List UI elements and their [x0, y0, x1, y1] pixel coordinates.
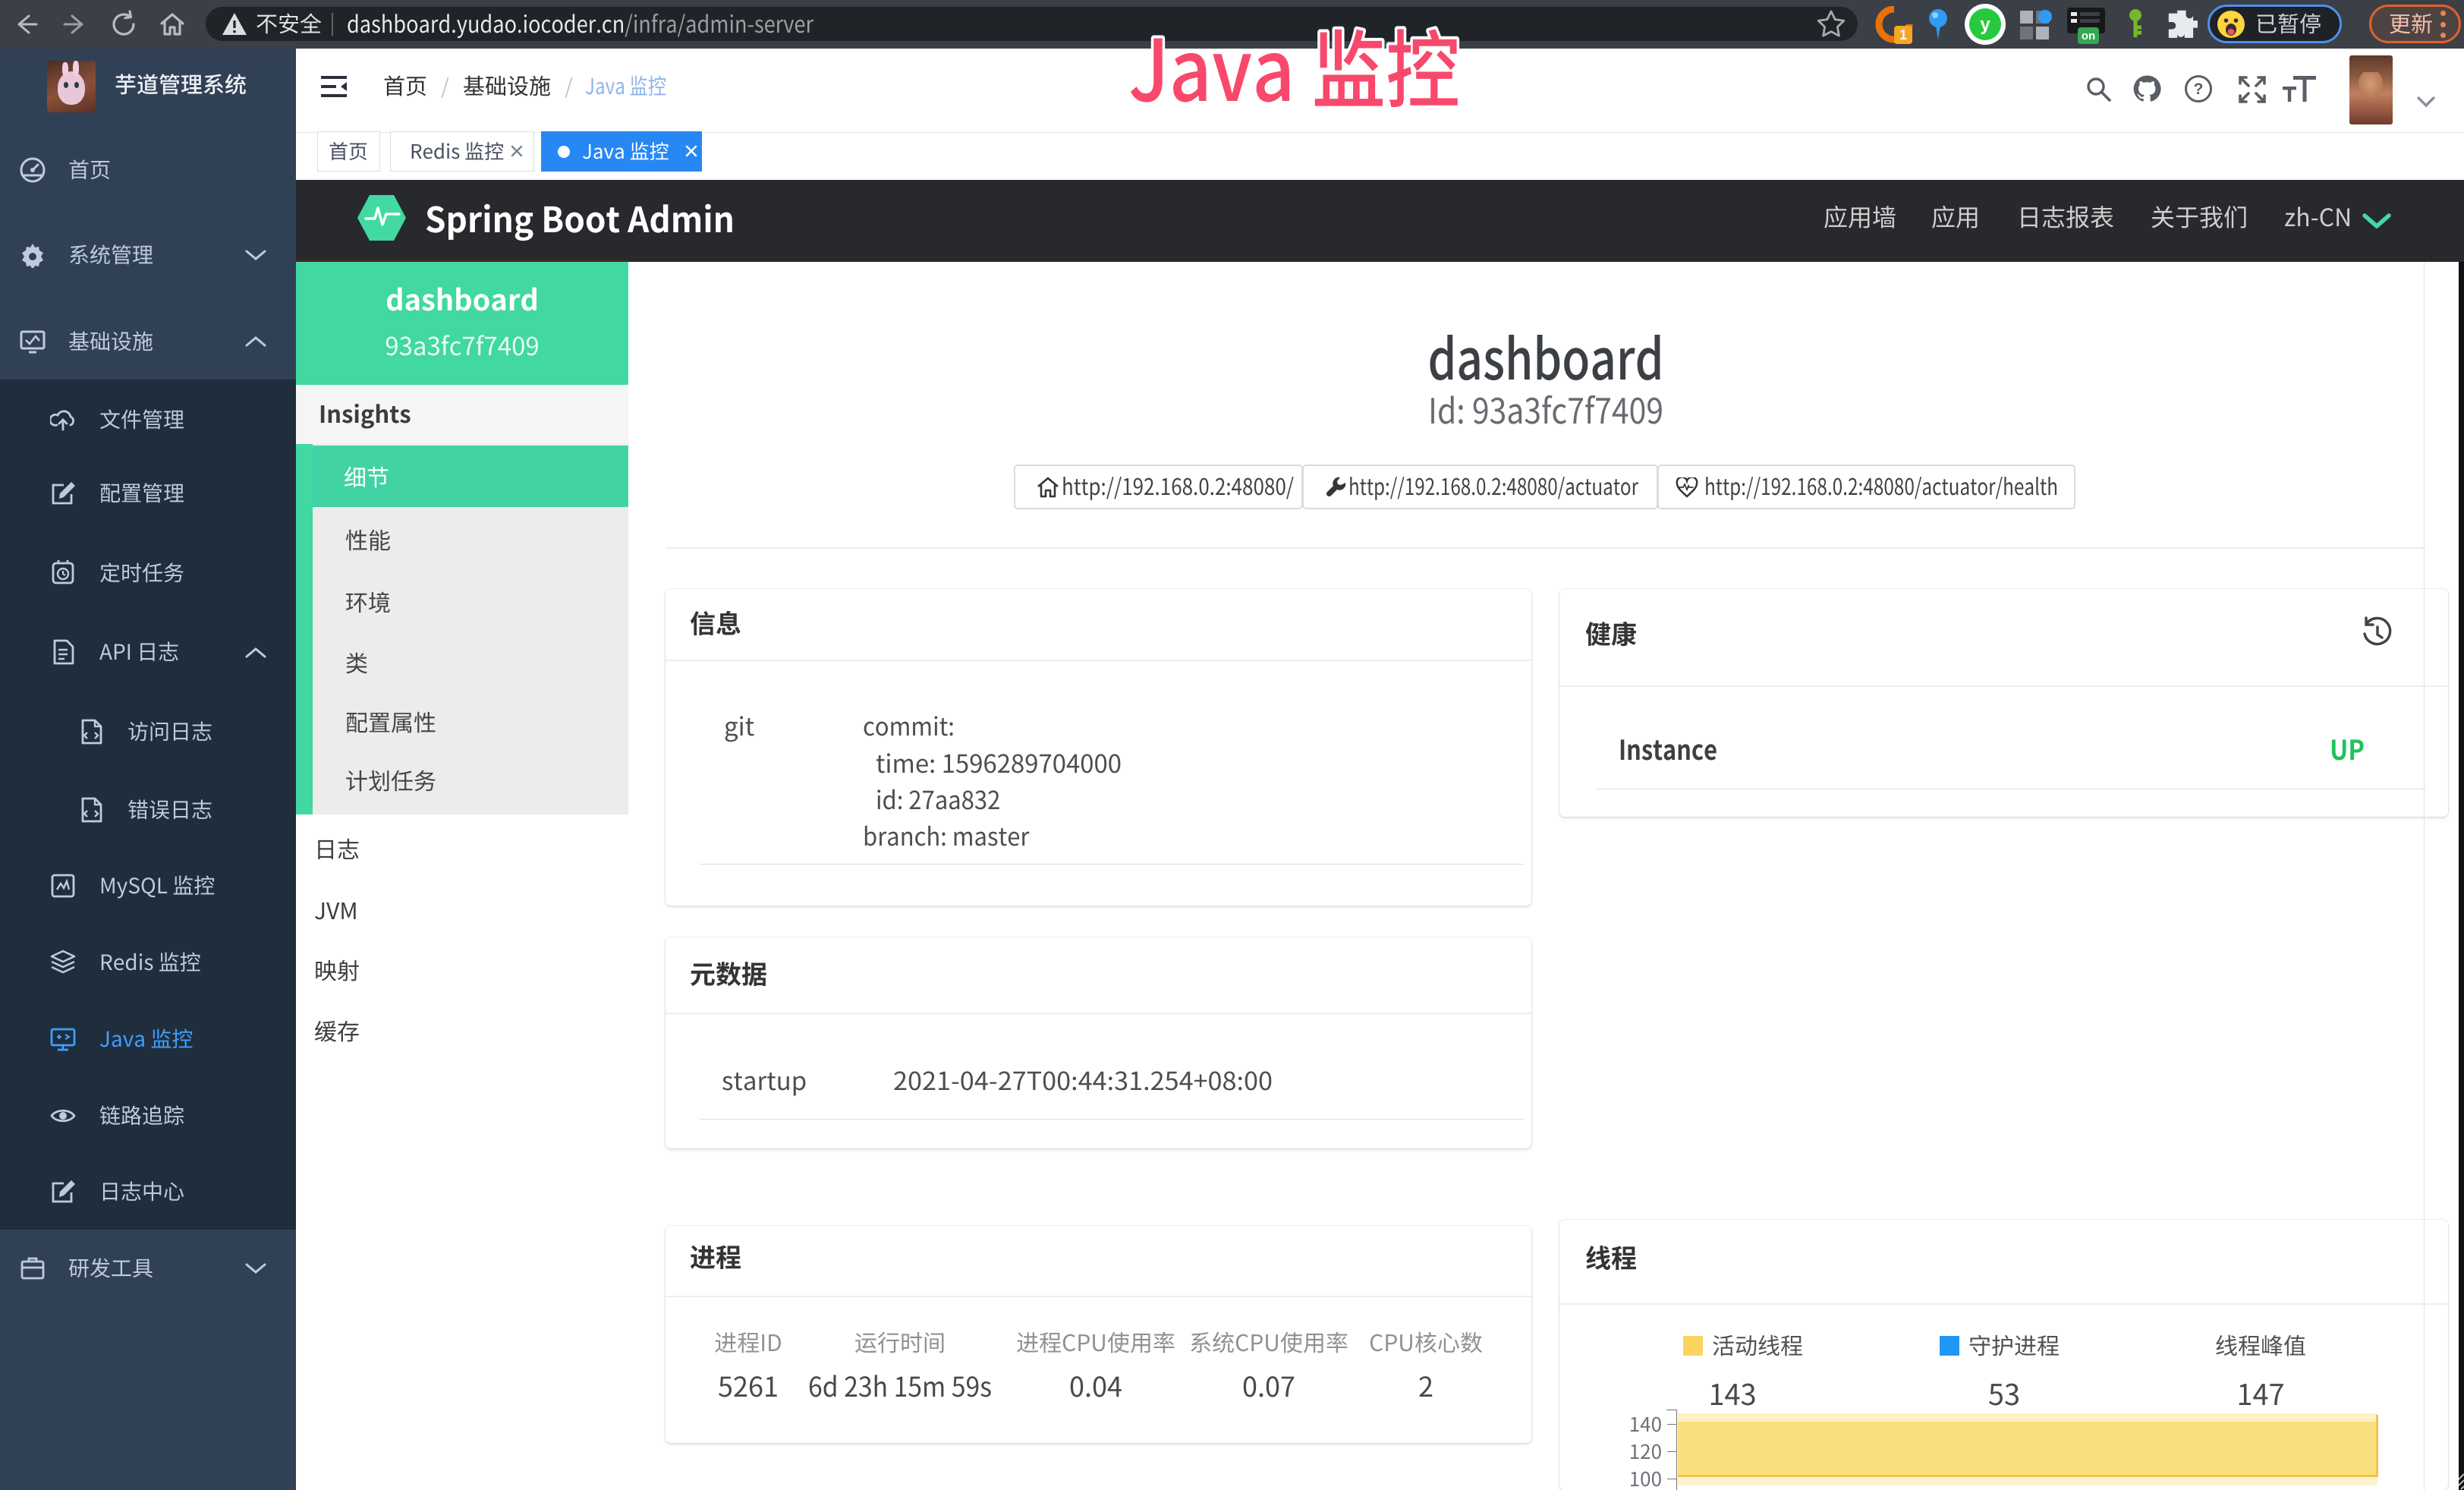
svg-text:y: y: [1980, 14, 1990, 35]
svg-text:1: 1: [1899, 27, 1907, 43]
svg-text:?: ?: [2194, 80, 2204, 98]
svg-text:on: on: [2082, 30, 2095, 43]
